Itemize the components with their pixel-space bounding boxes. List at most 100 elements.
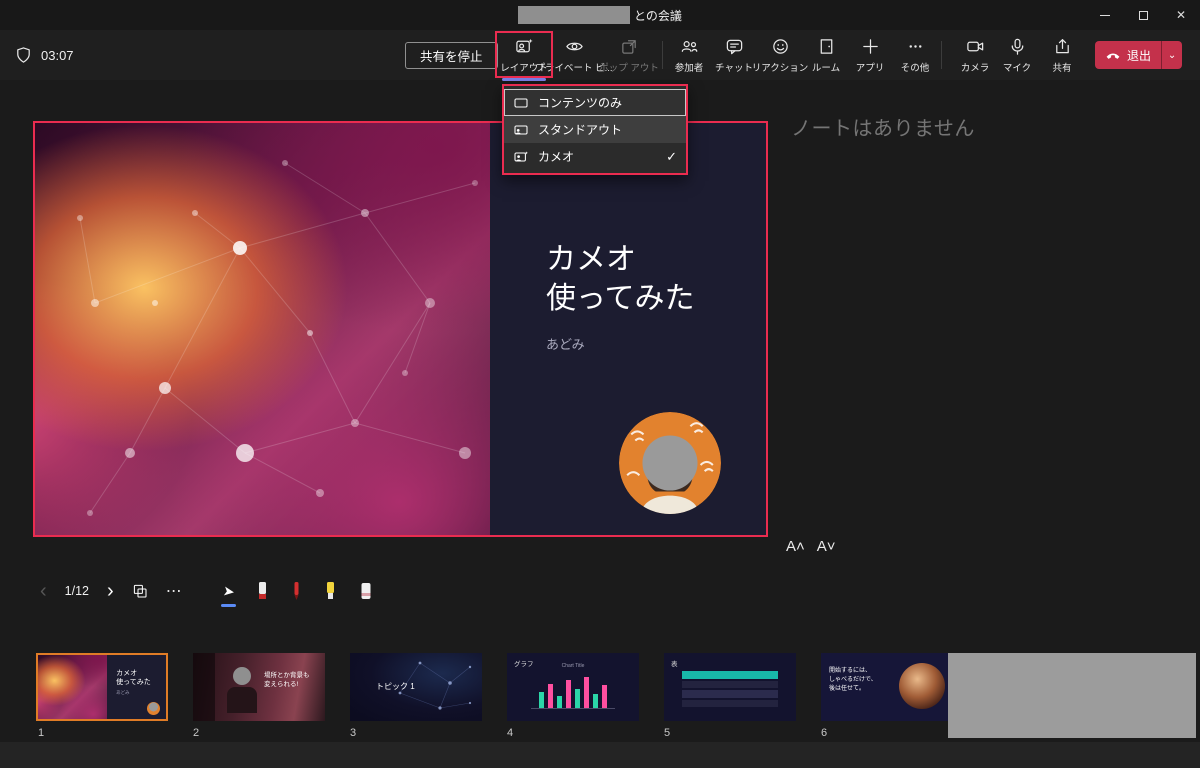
bottom-bar [0, 742, 1200, 768]
marker-pen-tool[interactable] [256, 581, 269, 601]
plus-icon [862, 39, 878, 54]
leave-label: 退出 [1127, 48, 1152, 63]
redacted-region [948, 653, 1196, 738]
slide-title: カメオ 使ってみた [546, 243, 695, 315]
content-only-icon [514, 97, 528, 108]
notes-font-controls: A˄ A˅ [786, 538, 836, 555]
thumbnail-number: 3 [350, 727, 357, 739]
chevron-down-icon: ⌄ [1167, 49, 1177, 61]
more-button[interactable]: その他 [892, 37, 938, 77]
hang-up-icon [1106, 53, 1120, 59]
share-label: 共有 [1052, 63, 1072, 74]
toolbar-divider-2 [941, 41, 942, 69]
slide-navigation: ‹ 1/12 › ⋯ ➤ [40, 577, 374, 607]
chat-button[interactable]: チャット [712, 37, 756, 77]
slide-artwork [35, 123, 490, 535]
highlighter-tool[interactable] [324, 581, 337, 601]
menu-item-cameo[interactable]: カメオ ✓ [504, 143, 686, 170]
reactions-icon [772, 39, 788, 54]
thumbnail-decor [193, 653, 215, 721]
slide-thumbnail-5[interactable]: 表 [664, 653, 796, 721]
standout-icon [514, 124, 528, 135]
slide-thumbnail-1[interactable]: カメオ 使ってみた あどみ [36, 653, 168, 721]
menu-item-content-only[interactable]: コンテンツのみ [504, 89, 686, 116]
more-label: その他 [900, 63, 930, 74]
leave-button-group: 退出 ⌄ [1095, 41, 1183, 69]
thumbnail-text-panel: カメオ 使ってみた あどみ [107, 655, 166, 719]
reactions-label: リアクション [751, 63, 809, 74]
mic-icon [1011, 38, 1023, 55]
thumbnail-photo [899, 663, 945, 709]
thumbnail-number: 2 [193, 727, 200, 739]
thumbnail-number: 4 [507, 727, 514, 739]
private-view-button[interactable]: プライベート ビ... [535, 37, 613, 77]
eraser-tool[interactable] [359, 581, 373, 601]
slide-grid-button[interactable] [132, 583, 148, 599]
font-decrease-button[interactable]: A˅ [817, 538, 836, 555]
close-icon: ✕ [1175, 8, 1187, 22]
slide-thumbnail-6[interactable]: 開始するには、 しゃべるだけで、 後は任せて。 [821, 653, 953, 721]
maximize-button[interactable] [1124, 0, 1162, 30]
shared-slide: カメオ 使ってみた あどみ [33, 121, 768, 537]
font-increase-button[interactable]: A˄ [786, 538, 805, 555]
slide-page-indicator: 1/12 [64, 584, 90, 598]
red-pen-icon [294, 582, 299, 600]
reactions-button[interactable]: リアクション [752, 37, 808, 77]
thumbnail-number: 1 [38, 727, 45, 739]
slide-thumbnail-2[interactable]: 場所とか背景も 変えられる! [193, 653, 325, 721]
mic-button[interactable]: マイク [997, 37, 1037, 77]
minimize-button[interactable] [1086, 0, 1124, 30]
rooms-icon [820, 39, 832, 54]
share-button[interactable]: 共有 [1040, 37, 1084, 77]
slide-text-panel: カメオ 使ってみた あどみ [490, 123, 766, 535]
chat-icon [726, 39, 742, 55]
stop-sharing-button[interactable]: 共有を停止 [405, 42, 498, 69]
redacted-meeting-name [518, 6, 631, 24]
laser-pointer-icon: ➤ [221, 581, 236, 600]
leave-options-button[interactable]: ⌄ [1162, 41, 1182, 69]
slide-subtitle: あどみ [546, 337, 585, 352]
marker-pen-icon [259, 582, 267, 599]
window-controls: ✕ [1086, 0, 1200, 30]
ellipsis-icon [909, 45, 921, 48]
annotation-tools: ➤ [220, 581, 374, 607]
participants-button[interactable]: 参加者 [665, 37, 713, 77]
previous-slide-button[interactable]: ‹ [40, 581, 47, 601]
pop-out-button: ポップ アウト [599, 37, 659, 77]
notes-empty-text: ノートはありません [791, 118, 975, 140]
menu-item-label: コンテンツのみ [538, 96, 623, 110]
thumbnail-network [398, 661, 472, 710]
slide-thumbnail-3[interactable]: トピック 1 [350, 653, 482, 721]
pop-out-icon [621, 40, 636, 54]
slide-grid-icon [133, 584, 147, 598]
laser-pointer-tool[interactable]: ➤ [220, 581, 237, 607]
thumbnail-mini-table [682, 671, 778, 707]
eraser-icon [361, 583, 371, 599]
window-title: との会議 [634, 8, 682, 23]
thumbnail-mini-chart [531, 673, 615, 709]
menu-item-label: カメオ [538, 150, 575, 164]
rooms-button[interactable]: ルーム [804, 37, 848, 77]
thumbnail-artwork [38, 655, 108, 719]
next-slide-button[interactable]: › [107, 581, 114, 601]
menu-item-standout[interactable]: スタンドアウト [504, 116, 686, 143]
slide-thumbnail-4[interactable]: グラフ Chart Title [507, 653, 639, 721]
camera-label: カメラ [960, 63, 990, 74]
apps-button[interactable]: アプリ [848, 37, 892, 77]
participants-label: 参加者 [674, 63, 704, 74]
highlighter-icon [327, 582, 335, 599]
avatar-graphic [619, 412, 721, 514]
red-pen-tool[interactable] [291, 581, 302, 601]
thumbnail-number: 5 [664, 727, 671, 739]
meeting-timer-group: 03:07 [14, 30, 74, 80]
slide-more-options-button[interactable]: ⋯ [166, 581, 183, 601]
layout-dropdown-menu: コンテンツのみ スタンドアウト カメオ ✓ [502, 84, 688, 175]
camera-button[interactable]: カメラ [953, 37, 997, 77]
meeting-timer: 03:07 [41, 47, 74, 63]
layout-cameo-icon [515, 38, 533, 53]
toolbar-divider [662, 41, 663, 69]
close-button[interactable]: ✕ [1162, 0, 1200, 30]
leave-button[interactable]: 退出 [1095, 41, 1161, 69]
menu-item-label: スタンドアウト [538, 123, 623, 137]
participants-icon [681, 41, 697, 52]
